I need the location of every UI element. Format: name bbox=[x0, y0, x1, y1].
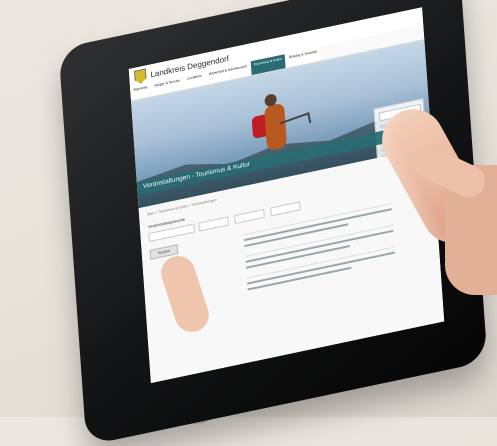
category-field[interactable] bbox=[270, 201, 301, 217]
photo-scene: Landkreis Deggendorf Startseite Bürger &… bbox=[0, 0, 497, 446]
date-from-field[interactable] bbox=[198, 216, 229, 232]
county-crest-icon bbox=[134, 68, 147, 84]
tablet-screen: Landkreis Deggendorf Startseite Bürger &… bbox=[128, 7, 445, 384]
date-to-field[interactable] bbox=[234, 208, 265, 225]
